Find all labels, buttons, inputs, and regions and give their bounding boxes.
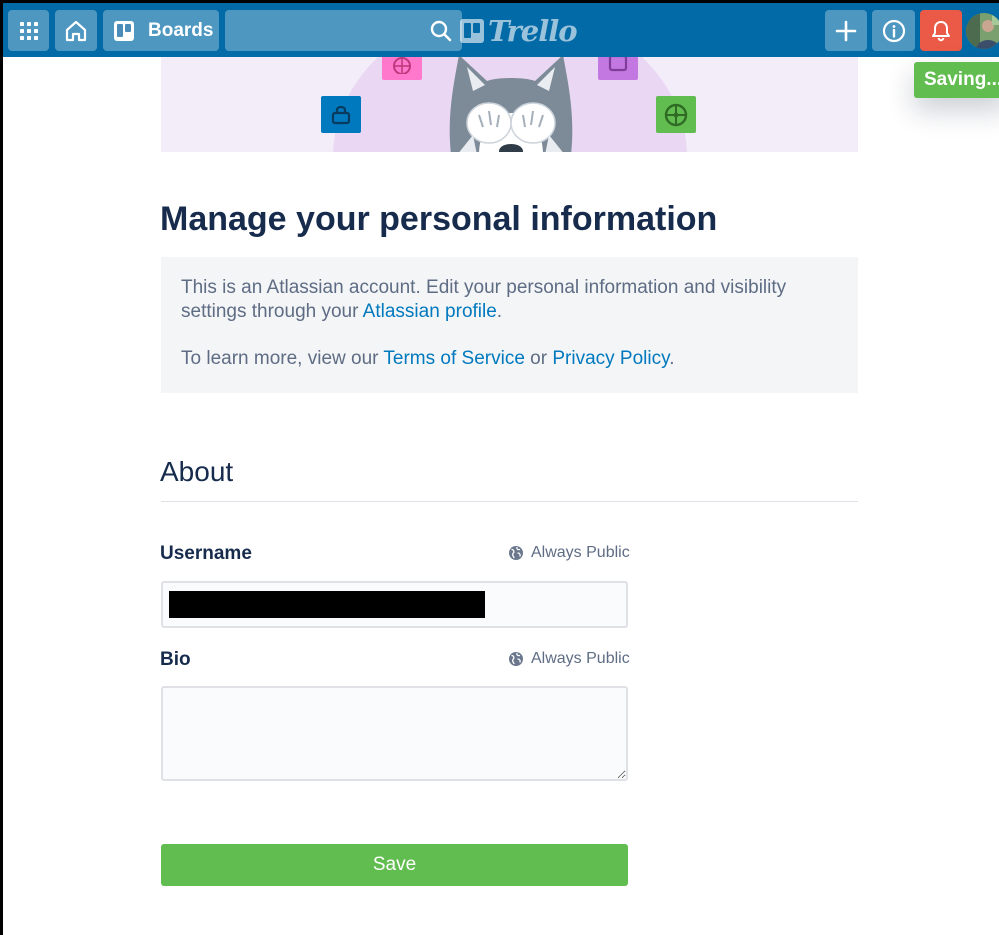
info-text-terms: To learn more, view our Terms of Service… xyxy=(181,347,838,371)
header-illustration xyxy=(161,57,858,152)
search-box[interactable] xyxy=(225,10,462,51)
home-button[interactable] xyxy=(55,10,97,51)
terms-of-service-link[interactable]: Terms of Service xyxy=(383,348,524,369)
atlassian-profile-link[interactable]: Atlassian profile xyxy=(363,301,497,322)
username-field[interactable] xyxy=(161,581,628,628)
privacy-policy-link[interactable]: Privacy Policy xyxy=(552,348,669,369)
top-header: Boards Trello xyxy=(0,3,999,57)
trello-logo-icon xyxy=(460,19,484,43)
apps-icon xyxy=(19,21,39,41)
dribbble-tile-icon xyxy=(382,57,422,80)
atlassian-info-box: This is an Atlassian account. Edit your … xyxy=(161,257,858,393)
username-visibility: Always Public xyxy=(508,544,630,562)
trello-logo[interactable]: Trello xyxy=(460,14,578,48)
save-button[interactable]: Save xyxy=(161,844,628,886)
saving-toast: Saving... xyxy=(914,62,999,98)
info-text-1-end: . xyxy=(496,301,503,322)
search-icon[interactable] xyxy=(430,20,452,47)
info-text-or: or xyxy=(524,348,553,369)
window-frame-left xyxy=(0,0,3,935)
board-icon xyxy=(113,20,135,42)
username-visibility-text: Always Public xyxy=(531,544,630,561)
bell-icon xyxy=(930,20,952,42)
plus-icon xyxy=(835,20,857,42)
bio-visibility: Always Public xyxy=(508,650,630,668)
about-section-title: About xyxy=(160,456,234,487)
avatar[interactable] xyxy=(966,13,999,49)
search-input[interactable] xyxy=(225,10,425,51)
username-redacted-value xyxy=(169,591,485,618)
bio-label: Bio xyxy=(160,649,191,670)
lock-tile-icon xyxy=(321,96,361,133)
boards-button[interactable]: Boards xyxy=(103,10,219,51)
about-divider xyxy=(161,501,858,502)
create-button[interactable] xyxy=(825,10,867,51)
username-label: Username xyxy=(160,543,252,564)
wheel-tile-icon xyxy=(656,96,696,133)
globe-icon xyxy=(509,652,523,666)
bio-textarea[interactable] xyxy=(161,686,628,781)
home-icon xyxy=(64,19,88,43)
window-frame-top xyxy=(0,0,999,3)
husky-mascot-icon xyxy=(449,57,573,152)
info-button[interactable] xyxy=(872,10,915,51)
notifications-button[interactable] xyxy=(920,10,962,51)
apps-button[interactable] xyxy=(8,10,49,51)
info-text-profile: This is an Atlassian account. Edit your … xyxy=(181,276,838,324)
globe-icon xyxy=(509,546,523,560)
bio-visibility-text: Always Public xyxy=(531,650,630,667)
trello-logo-text: Trello xyxy=(488,14,578,48)
boards-label: Boards xyxy=(148,19,214,41)
info-text-2-end: . xyxy=(669,348,675,369)
card-tile-icon xyxy=(598,57,638,80)
info-icon xyxy=(882,19,906,43)
page-title: Manage your personal information xyxy=(160,200,718,238)
info-text-2: To learn more, view our xyxy=(181,348,384,369)
